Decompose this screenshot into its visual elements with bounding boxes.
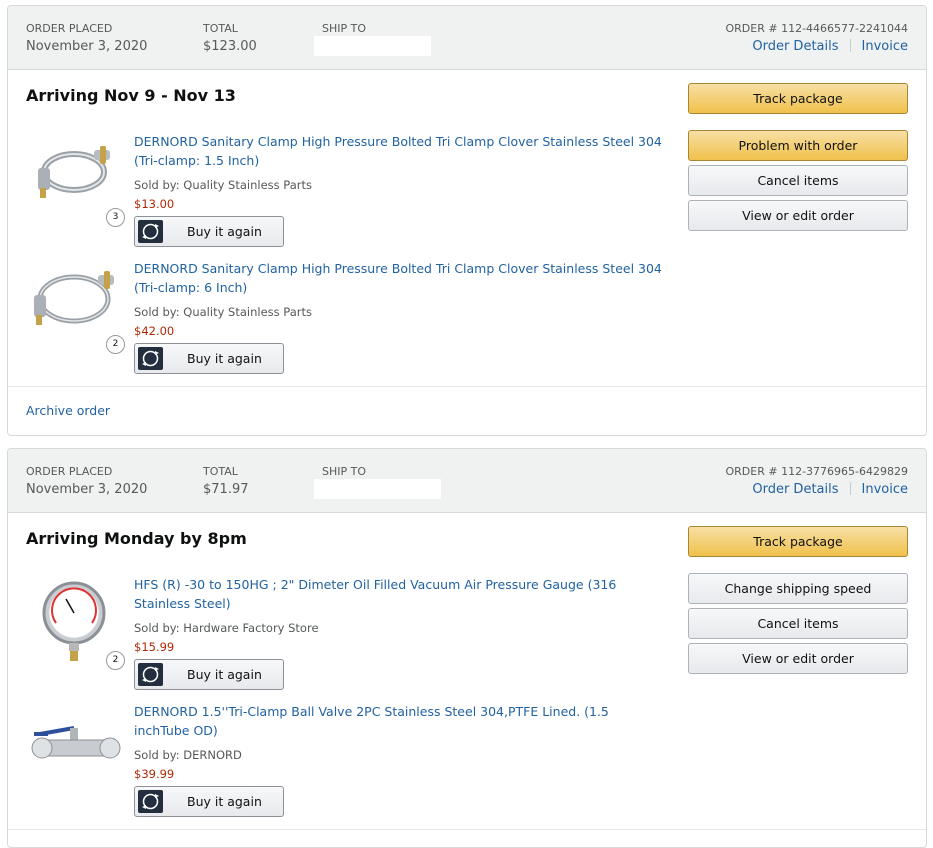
order-header: ORDER PLACED November 3, 2020 TOTAL $71.… <box>8 449 926 513</box>
item-price: $42.00 <box>134 324 175 338</box>
divider <box>849 482 851 495</box>
order-placed-value: November 3, 2020 <box>26 39 148 54</box>
order-placed-value: November 3, 2020 <box>26 482 148 497</box>
order-details-link[interactable]: Order Details <box>752 482 838 497</box>
buy-it-again-label: Buy it again <box>187 667 262 682</box>
product-title-link[interactable]: DERNORD Sanitary Clamp High Pressure Bol… <box>134 132 664 170</box>
track-package-button[interactable]: Track package <box>688 83 908 114</box>
order-total: TOTAL $123.00 <box>203 22 257 54</box>
order-number: ORDER # 112-3776965-6429829 <box>725 465 909 478</box>
order-number-block: ORDER # 112-3776965-6429829 Order Detail… <box>726 465 909 497</box>
reorder-icon <box>138 790 163 813</box>
sold-by: Sold by: Quality Stainless Parts <box>134 305 312 319</box>
product-title-link[interactable]: HFS (R) -30 to 150HG ; 2" Dimeter Oil Fi… <box>134 575 664 613</box>
quantity-badge: 3 <box>106 208 125 227</box>
reorder-icon <box>138 663 163 686</box>
buy-it-again-button[interactable]: Buy it again <box>134 343 284 374</box>
view-edit-order-button[interactable]: View or edit order <box>688 643 908 674</box>
divider <box>849 39 851 52</box>
invoice-link[interactable]: Invoice <box>862 482 908 497</box>
ship-to: SHIP TO <box>322 22 366 35</box>
view-edit-order-button[interactable]: View or edit order <box>688 200 908 231</box>
quantity-badge: 2 <box>106 335 125 354</box>
order-item: 2 DERNORD Sanitary Clamp High Pressure B… <box>26 255 666 375</box>
order-total: TOTAL $71.97 <box>203 465 249 497</box>
total-label: TOTAL <box>203 22 238 35</box>
ship-to-redacted <box>314 36 431 56</box>
delivery-status: Arriving Nov 9 - Nov 13 <box>26 86 236 105</box>
buy-it-again-label: Buy it again <box>187 224 262 239</box>
order-card-1: ORDER PLACED November 3, 2020 TOTAL $123… <box>7 5 927 436</box>
delivery-status: Arriving Monday by 8pm <box>26 529 247 548</box>
sold-by: Sold by: Quality Stainless Parts <box>134 178 312 192</box>
order-footer: Archive order <box>8 386 926 434</box>
order-card-2: ORDER PLACED November 3, 2020 TOTAL $71.… <box>7 448 927 848</box>
order-item: DERNORD 1.5''Tri-Clamp Ball Valve 2PC St… <box>26 698 666 818</box>
buy-it-again-button[interactable]: Buy it again <box>134 786 284 817</box>
quantity-badge: 2 <box>106 651 125 670</box>
order-details-link[interactable]: Order Details <box>752 39 838 54</box>
total-value: $71.97 <box>203 482 249 497</box>
change-shipping-speed-button[interactable]: Change shipping speed <box>688 573 908 604</box>
ship-to-label: SHIP TO <box>322 22 367 35</box>
sold-by: Sold by: DERNORD <box>134 748 242 762</box>
total-value: $123.00 <box>203 39 257 54</box>
order-item: 2 HFS (R) -30 to 150HG ; 2" Dimeter Oil … <box>26 571 666 691</box>
item-price: $15.99 <box>134 640 175 654</box>
buy-it-again-label: Buy it again <box>187 351 262 366</box>
sold-by: Sold by: Hardware Factory Store <box>134 621 319 635</box>
archive-order-link[interactable]: Archive order <box>26 403 110 418</box>
order-placed: ORDER PLACED November 3, 2020 <box>26 465 147 497</box>
product-title-link[interactable]: DERNORD 1.5''Tri-Clamp Ball Valve 2PC St… <box>134 702 664 740</box>
reorder-icon <box>138 347 163 370</box>
ship-to-redacted <box>314 479 441 499</box>
problem-with-order-button[interactable]: Problem with order <box>688 130 908 161</box>
order-header: ORDER PLACED November 3, 2020 TOTAL $123… <box>8 6 926 70</box>
order-item: 3 DERNORD Sanitary Clamp High Pressure B… <box>26 128 666 248</box>
order-footer <box>8 829 926 847</box>
cancel-items-button[interactable]: Cancel items <box>688 608 908 639</box>
track-package-button[interactable]: Track package <box>688 526 908 557</box>
cancel-items-button[interactable]: Cancel items <box>688 165 908 196</box>
product-title-link[interactable]: DERNORD Sanitary Clamp High Pressure Bol… <box>134 259 664 297</box>
ship-to: SHIP TO <box>322 465 366 478</box>
item-price: $13.00 <box>134 197 175 211</box>
buy-it-again-button[interactable]: Buy it again <box>134 659 284 690</box>
ship-to-label: SHIP TO <box>322 465 367 478</box>
order-number-block: ORDER # 112-4466577-2241044 Order Detail… <box>726 22 909 54</box>
buy-it-again-label: Buy it again <box>187 794 262 809</box>
order-placed: ORDER PLACED November 3, 2020 <box>26 22 147 54</box>
order-placed-label: ORDER PLACED <box>26 465 113 478</box>
ball-valve-image[interactable] <box>26 698 126 798</box>
buy-it-again-button[interactable]: Buy it again <box>134 216 284 247</box>
total-label: TOTAL <box>203 465 238 478</box>
item-price: $39.99 <box>134 767 175 781</box>
order-placed-label: ORDER PLACED <box>26 22 113 35</box>
invoice-link[interactable]: Invoice <box>862 39 908 54</box>
reorder-icon <box>138 220 163 243</box>
order-number: ORDER # 112-4466577-2241044 <box>725 22 909 35</box>
